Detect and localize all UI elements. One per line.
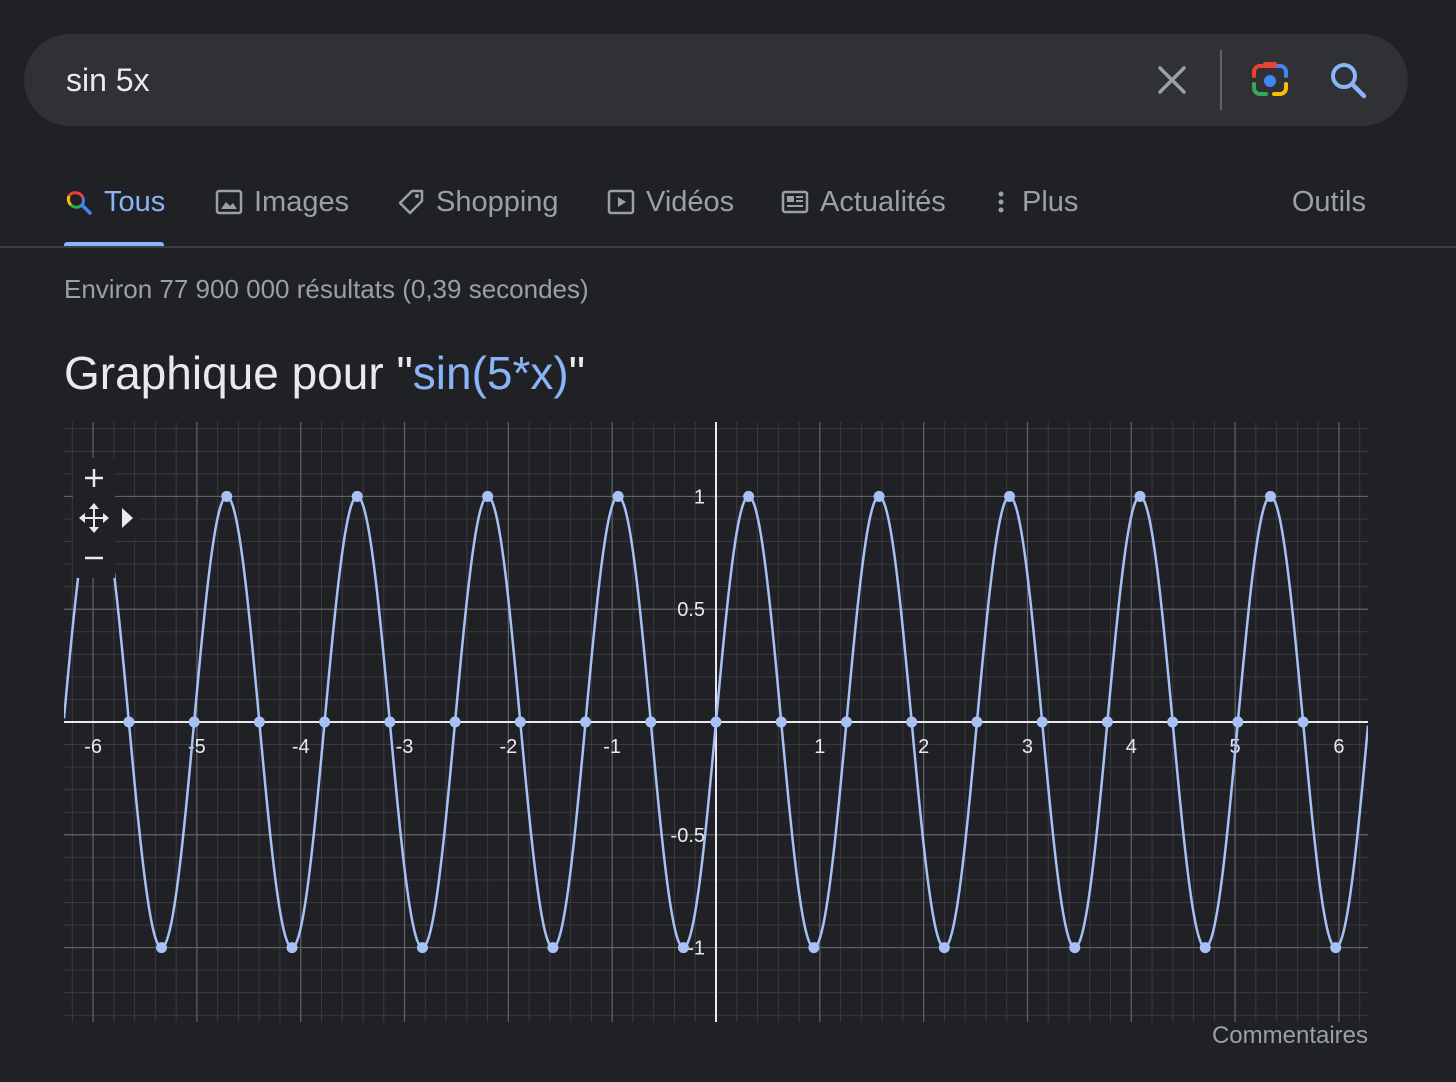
zero-point[interactable] xyxy=(1101,716,1113,728)
zero-point[interactable] xyxy=(971,716,983,728)
zero-point[interactable] xyxy=(775,716,787,728)
minimum-point[interactable] xyxy=(156,942,168,954)
expand-controls-button[interactable] xyxy=(115,498,139,538)
tab-images[interactable]: Images xyxy=(214,182,349,222)
x-tick-label: 6 xyxy=(1333,736,1344,758)
x-tick-label: 1 xyxy=(814,736,825,758)
close-icon[interactable] xyxy=(1148,56,1196,104)
search-input[interactable]: sin 5x xyxy=(66,34,150,126)
x-tick-label: -6 xyxy=(84,736,102,758)
zero-point[interactable] xyxy=(906,716,918,728)
minimum-point[interactable] xyxy=(1199,942,1211,954)
zero-point[interactable] xyxy=(188,716,200,728)
zero-point[interactable] xyxy=(449,716,461,728)
pan-button[interactable] xyxy=(73,498,115,538)
maximum-point[interactable] xyxy=(612,490,624,502)
tab-label: Tous xyxy=(104,185,166,218)
x-tick-label: -2 xyxy=(499,736,517,758)
tab-label: Images xyxy=(254,185,350,218)
tools-button[interactable]: Outils xyxy=(1292,182,1366,222)
y-tick-label: -1 xyxy=(687,938,705,960)
minimum-point[interactable] xyxy=(1330,942,1342,954)
graph-expression-link[interactable]: sin(5*x) xyxy=(413,347,569,399)
y-tick-label: 0.5 xyxy=(677,599,705,621)
maximum-point[interactable] xyxy=(1134,490,1146,502)
move-arrows-icon xyxy=(79,503,109,533)
zero-point[interactable] xyxy=(645,716,657,728)
zero-point[interactable] xyxy=(710,716,722,728)
tab-label: Actualités xyxy=(820,185,946,218)
zero-point[interactable] xyxy=(1297,716,1309,728)
search-icon[interactable] xyxy=(1324,56,1372,104)
y-tick-label: -0.5 xyxy=(671,825,705,847)
tabs-divider xyxy=(0,246,1456,248)
tab-tous[interactable]: Tous xyxy=(64,182,165,222)
search-bar-divider xyxy=(1220,50,1222,110)
minimum-point[interactable] xyxy=(938,942,950,954)
minimum-point[interactable] xyxy=(286,942,298,954)
maximum-point[interactable] xyxy=(1004,490,1016,502)
minimum-point[interactable] xyxy=(808,942,820,954)
result-stats: Environ 77 900 000 résultats (0,39 secon… xyxy=(64,274,589,304)
search-tabs: Tous Images Shopping Vidéos Actualités P… xyxy=(0,170,1456,248)
triangle-right-icon xyxy=(122,508,133,528)
plus-icon xyxy=(85,469,103,487)
tab-shopping[interactable]: Shopping xyxy=(396,182,559,222)
tools-label: Outils xyxy=(1291,185,1366,218)
tab-videos[interactable]: Vidéos xyxy=(606,182,734,222)
function-graph[interactable]: -6 -5 -4 -3 -2 -1 1 2 3 4 5 6 1 0.5 -0.5 -1 xyxy=(64,422,1368,1022)
zero-point[interactable] xyxy=(319,716,331,728)
tab-label: Shopping xyxy=(436,185,559,218)
maximum-point[interactable] xyxy=(482,490,494,502)
y-tick-label: 1 xyxy=(694,486,705,508)
maximum-point[interactable] xyxy=(351,490,363,502)
minimum-point[interactable] xyxy=(1069,942,1081,954)
graph-canvas[interactable]: -6 -5 -4 -3 -2 -1 1 2 3 4 5 610.5-0.5-1 xyxy=(64,422,1368,1022)
image-icon xyxy=(215,189,243,215)
zoom-in-button[interactable] xyxy=(73,458,115,498)
x-tick-label: -3 xyxy=(396,736,414,758)
minimum-point[interactable] xyxy=(547,942,559,954)
x-tick-label: 2 xyxy=(918,736,929,758)
minimum-point[interactable] xyxy=(416,942,428,954)
maximum-point[interactable] xyxy=(743,490,755,502)
graph-title-prefix: Graphique pour " xyxy=(64,347,413,399)
zero-point[interactable] xyxy=(1036,716,1048,728)
newspaper-icon xyxy=(781,190,809,214)
graph-title-suffix: " xyxy=(568,347,586,399)
x-tick-label: 3 xyxy=(1022,736,1033,758)
graph-zoom-controls xyxy=(73,458,139,578)
tab-actualites[interactable]: Actualités xyxy=(780,182,946,222)
tab-plus[interactable]: Plus xyxy=(990,182,1078,222)
zero-point[interactable] xyxy=(1232,716,1244,728)
more-vertical-icon xyxy=(998,191,1004,213)
zero-point[interactable] xyxy=(384,716,396,728)
zoom-out-button[interactable] xyxy=(73,538,115,578)
x-tick-label: 4 xyxy=(1126,736,1137,758)
zero-point[interactable] xyxy=(123,716,135,728)
maximum-point[interactable] xyxy=(221,490,233,502)
minimum-point[interactable] xyxy=(677,942,689,954)
zero-point[interactable] xyxy=(840,716,852,728)
tab-label: Vidéos xyxy=(646,185,735,218)
zero-point[interactable] xyxy=(514,716,526,728)
maximum-point[interactable] xyxy=(873,490,885,502)
feedback-link[interactable]: Commentaires xyxy=(1212,1022,1368,1050)
zero-point[interactable] xyxy=(253,716,265,728)
zero-point[interactable] xyxy=(1167,716,1179,728)
tab-label: Plus xyxy=(1022,185,1079,218)
maximum-point[interactable] xyxy=(1264,490,1276,502)
search-bar[interactable]: sin 5x xyxy=(24,34,1408,126)
zero-point[interactable] xyxy=(580,716,592,728)
x-tick-label: -4 xyxy=(292,736,310,758)
play-icon xyxy=(607,189,635,215)
minus-icon xyxy=(85,556,103,560)
graph-title: Graphique pour "sin(5*x)" xyxy=(64,346,585,400)
x-tick-label: -1 xyxy=(603,736,621,758)
camera-lens-icon[interactable] xyxy=(1246,56,1294,104)
multicolor-search-icon xyxy=(66,191,92,215)
tag-icon xyxy=(398,189,424,215)
